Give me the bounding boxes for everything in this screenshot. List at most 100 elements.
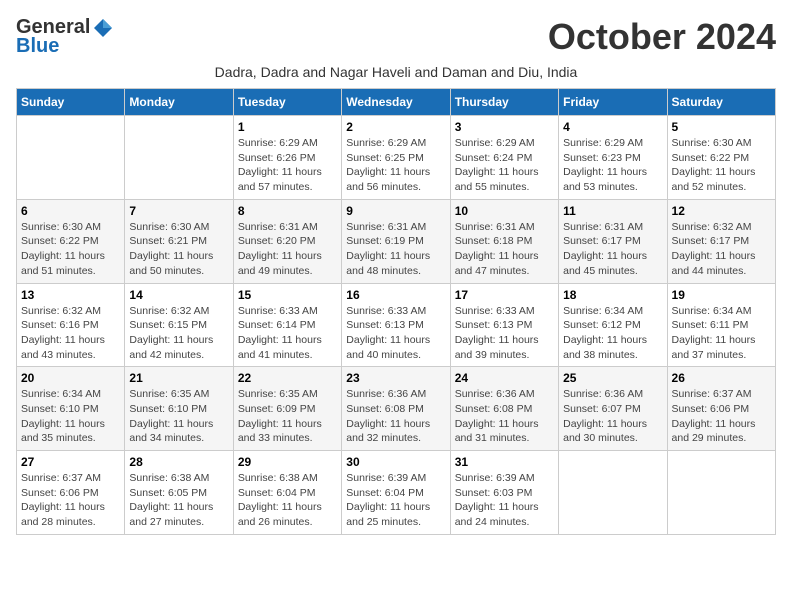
calendar-cell: 25 Sunrise: 6:36 AMSunset: 6:07 PMDayligh… <box>559 367 667 451</box>
calendar-cell: 19 Sunrise: 6:34 AMSunset: 6:11 PMDayligh… <box>667 283 775 367</box>
calendar-cell: 22 Sunrise: 6:35 AMSunset: 6:09 PMDayligh… <box>233 367 341 451</box>
day-info: Sunrise: 6:38 AMSunset: 6:05 PMDaylight:… <box>129 471 228 530</box>
day-info: Sunrise: 6:34 AMSunset: 6:12 PMDaylight:… <box>563 304 662 363</box>
header: General Blue October 2024 <box>16 16 776 58</box>
day-info: Sunrise: 6:32 AMSunset: 6:16 PMDaylight:… <box>21 304 120 363</box>
calendar-cell: 5 Sunrise: 6:30 AMSunset: 6:22 PMDaylight… <box>667 116 775 200</box>
day-info: Sunrise: 6:29 AMSunset: 6:25 PMDaylight:… <box>346 136 445 195</box>
day-info: Sunrise: 6:31 AMSunset: 6:20 PMDaylight:… <box>238 220 337 279</box>
day-number: 29 <box>238 455 337 469</box>
day-info: Sunrise: 6:29 AMSunset: 6:24 PMDaylight:… <box>455 136 554 195</box>
calendar-cell: 15 Sunrise: 6:33 AMSunset: 6:14 PMDayligh… <box>233 283 341 367</box>
day-number: 1 <box>238 120 337 134</box>
day-info: Sunrise: 6:32 AMSunset: 6:15 PMDaylight:… <box>129 304 228 363</box>
weekday-header-saturday: Saturday <box>667 89 775 116</box>
day-number: 14 <box>129 288 228 302</box>
day-info: Sunrise: 6:35 AMSunset: 6:09 PMDaylight:… <box>238 387 337 446</box>
day-number: 28 <box>129 455 228 469</box>
day-number: 20 <box>21 371 120 385</box>
calendar-cell: 8 Sunrise: 6:31 AMSunset: 6:20 PMDaylight… <box>233 199 341 283</box>
calendar-cell: 20Sunrise: 6:34 AMSunset: 6:10 PMDayligh… <box>17 367 125 451</box>
day-number: 3 <box>455 120 554 134</box>
day-info: Sunrise: 6:31 AMSunset: 6:17 PMDaylight:… <box>563 220 662 279</box>
day-number: 6 <box>21 204 120 218</box>
weekday-header-monday: Monday <box>125 89 233 116</box>
calendar-cell: 16 Sunrise: 6:33 AMSunset: 6:13 PMDayligh… <box>342 283 450 367</box>
calendar-cell <box>667 451 775 535</box>
day-number: 2 <box>346 120 445 134</box>
calendar-cell: 14 Sunrise: 6:32 AMSunset: 6:15 PMDayligh… <box>125 283 233 367</box>
calendar-cell: 24 Sunrise: 6:36 AMSunset: 6:08 PMDayligh… <box>450 367 558 451</box>
day-number: 26 <box>672 371 771 385</box>
weekday-header-tuesday: Tuesday <box>233 89 341 116</box>
day-info: Sunrise: 6:31 AMSunset: 6:18 PMDaylight:… <box>455 220 554 279</box>
calendar-cell: 29 Sunrise: 6:38 AMSunset: 6:04 PMDayligh… <box>233 451 341 535</box>
day-info: Sunrise: 6:29 AMSunset: 6:23 PMDaylight:… <box>563 136 662 195</box>
calendar-cell: 18Sunrise: 6:34 AMSunset: 6:12 PMDayligh… <box>559 283 667 367</box>
logo-blue: Blue <box>16 35 59 58</box>
day-number: 27 <box>21 455 120 469</box>
day-number: 19 <box>672 288 771 302</box>
day-info: Sunrise: 6:35 AMSunset: 6:10 PMDaylight:… <box>129 387 228 446</box>
day-number: 22 <box>238 371 337 385</box>
calendar-cell: 13 Sunrise: 6:32 AMSunset: 6:16 PMDayligh… <box>17 283 125 367</box>
day-info: Sunrise: 6:33 AMSunset: 6:13 PMDaylight:… <box>455 304 554 363</box>
day-info: Sunrise: 6:36 AMSunset: 6:07 PMDaylight:… <box>563 387 662 446</box>
day-number: 11 <box>563 204 662 218</box>
day-info: Sunrise: 6:36 AMSunset: 6:08 PMDaylight:… <box>346 387 445 446</box>
day-number: 16 <box>346 288 445 302</box>
day-info: Sunrise: 6:37 AMSunset: 6:06 PMDaylight:… <box>21 471 120 530</box>
day-number: 31 <box>455 455 554 469</box>
calendar-cell: 2 Sunrise: 6:29 AMSunset: 6:25 PMDaylight… <box>342 116 450 200</box>
calendar-cell <box>559 451 667 535</box>
day-number: 24 <box>455 371 554 385</box>
calendar-cell: 1 Sunrise: 6:29 AMSunset: 6:26 PMDaylight… <box>233 116 341 200</box>
day-info: Sunrise: 6:39 AMSunset: 6:03 PMDaylight:… <box>455 471 554 530</box>
day-number: 23 <box>346 371 445 385</box>
day-number: 4 <box>563 120 662 134</box>
weekday-header-friday: Friday <box>559 89 667 116</box>
month-title: October 2024 <box>548 16 776 58</box>
day-number: 25 <box>563 371 662 385</box>
weekday-header-thursday: Thursday <box>450 89 558 116</box>
calendar-cell: 21 Sunrise: 6:35 AMSunset: 6:10 PMDayligh… <box>125 367 233 451</box>
calendar-cell: 4 Sunrise: 6:29 AMSunset: 6:23 PMDaylight… <box>559 116 667 200</box>
day-number: 13 <box>21 288 120 302</box>
calendar-cell: 12 Sunrise: 6:32 AMSunset: 6:17 PMDayligh… <box>667 199 775 283</box>
day-info: Sunrise: 6:34 AMSunset: 6:11 PMDaylight:… <box>672 304 771 363</box>
day-info: Sunrise: 6:32 AMSunset: 6:17 PMDaylight:… <box>672 220 771 279</box>
calendar-cell: 17Sunrise: 6:33 AMSunset: 6:13 PMDayligh… <box>450 283 558 367</box>
day-info: Sunrise: 6:30 AMSunset: 6:22 PMDaylight:… <box>672 136 771 195</box>
calendar-cell <box>17 116 125 200</box>
calendar-cell: 27 Sunrise: 6:37 AMSunset: 6:06 PMDayligh… <box>17 451 125 535</box>
day-info: Sunrise: 6:33 AMSunset: 6:13 PMDaylight:… <box>346 304 445 363</box>
subtitle: Dadra, Dadra and Nagar Haveli and Daman … <box>16 64 776 80</box>
day-number: 7 <box>129 204 228 218</box>
day-info: Sunrise: 6:31 AMSunset: 6:19 PMDaylight:… <box>346 220 445 279</box>
calendar-cell: 26 Sunrise: 6:37 AMSunset: 6:06 PMDayligh… <box>667 367 775 451</box>
day-info: Sunrise: 6:30 AMSunset: 6:21 PMDaylight:… <box>129 220 228 279</box>
calendar-cell: 7 Sunrise: 6:30 AMSunset: 6:21 PMDaylight… <box>125 199 233 283</box>
calendar-cell <box>125 116 233 200</box>
calendar-cell: 9 Sunrise: 6:31 AMSunset: 6:19 PMDaylight… <box>342 199 450 283</box>
calendar-cell: 3 Sunrise: 6:29 AMSunset: 6:24 PMDaylight… <box>450 116 558 200</box>
calendar-cell: 23 Sunrise: 6:36 AMSunset: 6:08 PMDayligh… <box>342 367 450 451</box>
day-number: 21 <box>129 371 228 385</box>
calendar-cell: 31 Sunrise: 6:39 AMSunset: 6:03 PMDayligh… <box>450 451 558 535</box>
logo-icon <box>92 17 114 39</box>
day-number: 12 <box>672 204 771 218</box>
day-number: 5 <box>672 120 771 134</box>
day-number: 9 <box>346 204 445 218</box>
weekday-header-wednesday: Wednesday <box>342 89 450 116</box>
weekday-header-sunday: Sunday <box>17 89 125 116</box>
day-number: 8 <box>238 204 337 218</box>
calendar-cell: 10 Sunrise: 6:31 AMSunset: 6:18 PMDayligh… <box>450 199 558 283</box>
day-info: Sunrise: 6:38 AMSunset: 6:04 PMDaylight:… <box>238 471 337 530</box>
day-number: 15 <box>238 288 337 302</box>
calendar-cell: 28 Sunrise: 6:38 AMSunset: 6:05 PMDayligh… <box>125 451 233 535</box>
day-info: Sunrise: 6:33 AMSunset: 6:14 PMDaylight:… <box>238 304 337 363</box>
day-info: Sunrise: 6:37 AMSunset: 6:06 PMDaylight:… <box>672 387 771 446</box>
day-info: Sunrise: 6:36 AMSunset: 6:08 PMDaylight:… <box>455 387 554 446</box>
day-number: 10 <box>455 204 554 218</box>
day-info: Sunrise: 6:29 AMSunset: 6:26 PMDaylight:… <box>238 136 337 195</box>
